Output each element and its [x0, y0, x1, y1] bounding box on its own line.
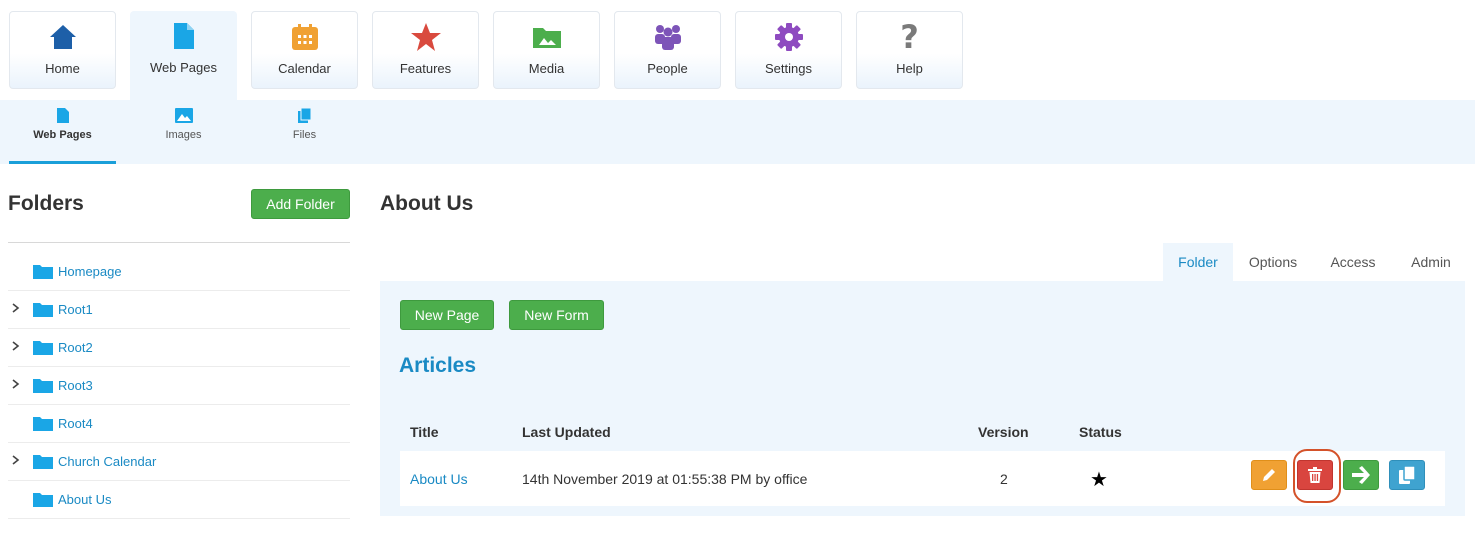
subtab-web-pages[interactable]: Web Pages [9, 100, 116, 164]
nav-label: People [647, 61, 688, 76]
tab-access[interactable]: Access [1319, 243, 1387, 281]
nav-help[interactable]: ? Help [856, 11, 963, 89]
folder-item[interactable]: Root3 [8, 367, 350, 405]
nav-features[interactable]: Features [372, 11, 479, 89]
chevron-right-icon[interactable] [12, 455, 22, 465]
chevron-right-icon[interactable] [12, 341, 22, 351]
arrow-right-icon [1352, 466, 1370, 484]
add-folder-button[interactable]: Add Folder [251, 189, 350, 219]
nav-settings[interactable]: Settings [735, 11, 842, 89]
folder-item[interactable]: Homepage [8, 253, 350, 291]
folder-icon [33, 416, 53, 436]
subtab-images[interactable]: Images [130, 100, 237, 164]
subtab-label: Web Pages [33, 129, 92, 141]
folder-item[interactable]: Root1 [8, 291, 350, 329]
folder-tree: Homepage Root1 Root2 Root3 Root4 Church Calen… [8, 253, 350, 519]
folder-item[interactable]: About Us [8, 481, 350, 519]
nav-web-pages[interactable]: Web Pages [130, 11, 237, 100]
nav-label: Calendar [278, 61, 331, 76]
page-icon [9, 108, 116, 124]
copy-button[interactable] [1389, 460, 1425, 490]
subtab-label: Files [292, 129, 317, 141]
move-button[interactable] [1343, 460, 1379, 490]
image-icon [130, 108, 237, 124]
folder-name[interactable]: Root1 [58, 302, 93, 317]
folder-icon [33, 340, 53, 360]
tab-folder[interactable]: Folder [1163, 243, 1233, 281]
nav-calendar[interactable]: Calendar [251, 11, 358, 89]
subtab-label: Images [165, 129, 202, 141]
folder-icon [33, 454, 53, 474]
folder-name[interactable]: About Us [58, 492, 111, 507]
tab-options[interactable]: Options [1239, 243, 1307, 281]
folder-item[interactable]: Church Calendar [8, 443, 350, 481]
nav-label: Help [896, 61, 923, 76]
folder-icon [33, 492, 53, 512]
folder-name[interactable]: Homepage [58, 264, 122, 279]
folder-name[interactable]: Root2 [58, 340, 93, 355]
home-icon [10, 22, 115, 52]
folder-item[interactable]: Root4 [8, 405, 350, 443]
delete-button-highlight [1293, 449, 1341, 503]
folder-icon [33, 378, 53, 398]
column-header-title: Title [410, 424, 439, 440]
chevron-right-icon[interactable] [12, 379, 22, 389]
version-cell: 2 [1000, 471, 1008, 487]
new-page-button[interactable]: New Page [400, 300, 494, 330]
media-folder-icon [494, 22, 599, 52]
calendar-icon [252, 22, 357, 52]
page-title: About Us [380, 192, 474, 215]
folder-name[interactable]: Root4 [58, 416, 93, 431]
subtab-files[interactable]: Files [251, 100, 358, 164]
page-icon [130, 21, 237, 51]
folders-divider [8, 242, 350, 243]
nav-home[interactable]: Home [9, 11, 116, 89]
last-updated-cell: 14th November 2019 at 01:55:38 PM by off… [522, 471, 808, 487]
folder-name[interactable]: Root3 [58, 378, 93, 393]
edit-button[interactable] [1251, 460, 1287, 490]
status-star-icon: ★ [1090, 467, 1108, 491]
nav-label: Web Pages [150, 60, 217, 75]
column-header-last-updated: Last Updated [522, 424, 611, 440]
files-icon [251, 108, 358, 124]
folders-title: Folders [8, 192, 84, 215]
nav-label: Features [399, 61, 452, 76]
gear-icon [736, 22, 841, 52]
people-icon [615, 22, 720, 52]
nav-label: Settings [765, 61, 812, 76]
copy-icon [1399, 466, 1415, 484]
new-form-button[interactable]: New Form [509, 300, 604, 330]
article-title-link[interactable]: About Us [410, 471, 468, 487]
folder-item[interactable]: Root2 [8, 329, 350, 367]
nav-label: Media [528, 61, 565, 76]
table-row: About Us 14th November 2019 at 01:55:38 … [400, 451, 1445, 506]
folder-icon [33, 264, 53, 284]
nav-media[interactable]: Media [493, 11, 600, 89]
folder-icon [33, 302, 53, 322]
folder-name[interactable]: Church Calendar [58, 454, 156, 469]
nav-people[interactable]: People [614, 11, 721, 89]
sub-navigation: Web Pages Images Files [0, 100, 1475, 164]
nav-label: Home [45, 61, 80, 76]
star-icon [373, 22, 478, 52]
top-navigation: Home Web Pages Calendar Features Media P… [0, 0, 1475, 100]
chevron-right-icon[interactable] [12, 303, 22, 313]
column-header-status: Status [1079, 424, 1122, 440]
column-header-version: Version [978, 424, 1029, 440]
articles-heading: Articles [399, 354, 477, 377]
tab-admin[interactable]: Admin [1399, 243, 1463, 281]
question-icon: ? [900, 18, 919, 56]
pencil-icon [1263, 469, 1275, 481]
